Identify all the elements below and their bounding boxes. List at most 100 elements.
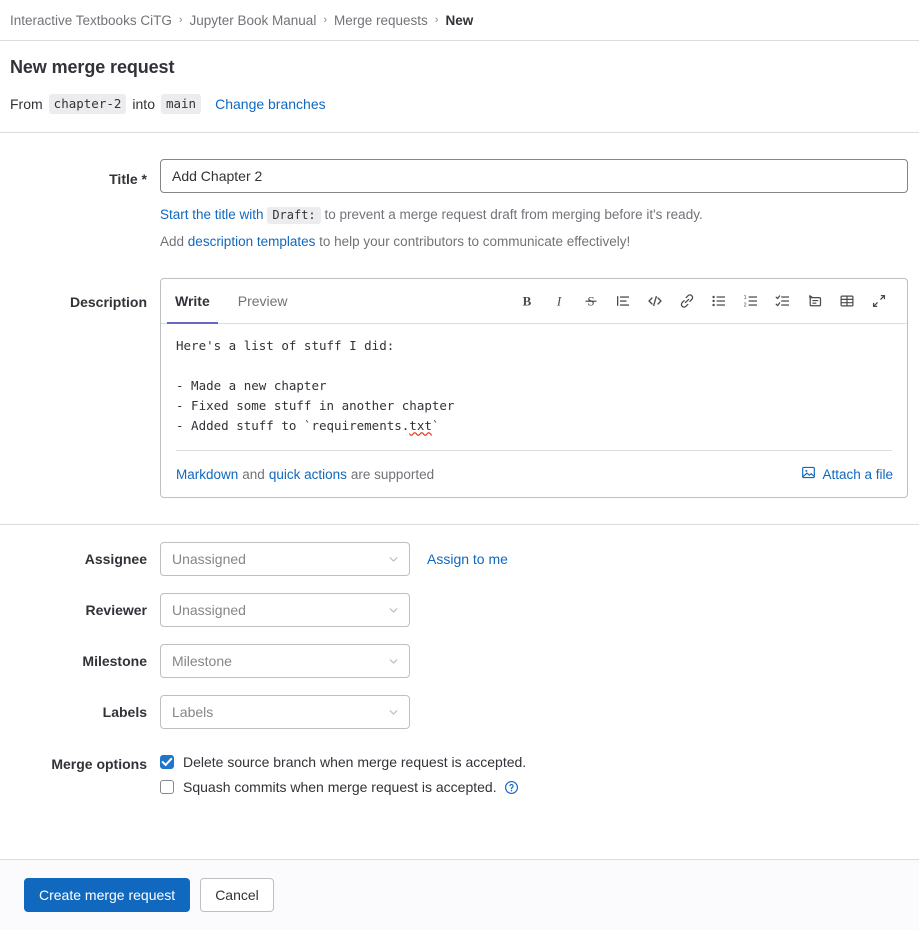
- bullet-list-icon[interactable]: [704, 287, 734, 315]
- create-merge-request-button[interactable]: Create merge request: [24, 878, 191, 912]
- breadcrumb-item-new: New: [445, 12, 474, 28]
- labels-select[interactable]: Labels: [160, 695, 410, 729]
- form-actions: Create merge request Cancel: [0, 859, 919, 930]
- chevron-down-icon: [387, 706, 400, 719]
- description-label: Description: [69, 294, 147, 310]
- italic-icon[interactable]: I: [544, 287, 574, 315]
- description-row: Description Write Preview B I S 1 2 Here…: [10, 252, 909, 524]
- labels-label: Labels: [102, 704, 147, 720]
- collapsible-section-icon[interactable]: [800, 287, 830, 315]
- description-line-blank: [176, 356, 892, 376]
- delete-source-branch-label[interactable]: Delete source branch when merge request …: [183, 754, 526, 770]
- breadcrumb-item-group[interactable]: Interactive Textbooks CiTG: [10, 13, 172, 28]
- description-line-5: - Added stuff to `requirements.txt`: [176, 416, 892, 436]
- breadcrumb-separator-icon: ›: [323, 13, 327, 26]
- merge-options-row: Merge options Delete source branch when …: [10, 729, 909, 795]
- chevron-down-icon: [387, 604, 400, 617]
- delete-source-branch-checkbox[interactable]: [160, 755, 174, 769]
- attach-file-label: Attach a file: [822, 466, 893, 482]
- reviewer-row: Reviewer Unassigned: [10, 576, 909, 627]
- blockquote-icon[interactable]: [608, 287, 638, 315]
- link-icon[interactable]: [672, 287, 702, 315]
- numbered-list-icon[interactable]: 1 2: [736, 287, 766, 315]
- merge-request-form: Title * Start the title with Draft: to p…: [0, 133, 919, 524]
- footer-and-text: and: [242, 466, 265, 482]
- description-line-4: - Fixed some stuff in another chapter: [176, 398, 455, 413]
- markdown-support-note: Markdown and quick actions are supported: [176, 467, 434, 482]
- change-branches-link[interactable]: Change branches: [215, 96, 326, 112]
- assign-to-me-link[interactable]: Assign to me: [427, 551, 508, 567]
- from-label: From: [10, 96, 43, 112]
- breadcrumb-item-project[interactable]: Jupyter Book Manual: [190, 13, 317, 28]
- delete-source-branch-option: Delete source branch when merge request …: [160, 754, 909, 770]
- milestone-value: Milestone: [172, 653, 232, 669]
- squash-commits-label[interactable]: Squash commits when merge request is acc…: [183, 779, 497, 795]
- labels-row: Labels Labels: [10, 678, 909, 729]
- milestone-row: Milestone Milestone: [10, 627, 909, 678]
- question-circle-icon[interactable]: [504, 780, 519, 795]
- reviewer-label: Reviewer: [85, 602, 147, 618]
- reviewer-select[interactable]: Unassigned: [160, 593, 410, 627]
- draft-help-text: to prevent a merge request draft from me…: [324, 207, 703, 222]
- reviewer-value: Unassigned: [172, 602, 246, 618]
- draft-title-link[interactable]: Start the title with: [160, 207, 264, 222]
- templates-help-prefix: Add: [160, 234, 185, 249]
- footer-supported-text: are supported: [350, 466, 435, 482]
- target-branch-badge: main: [160, 94, 202, 114]
- squash-commits-checkbox[interactable]: [160, 780, 174, 794]
- table-icon[interactable]: [832, 287, 862, 315]
- description-editor: Write Preview B I S 1 2 Here's a list of…: [160, 278, 908, 498]
- title-row: Title * Start the title with Draft: to p…: [10, 133, 909, 252]
- title-input[interactable]: [160, 159, 908, 193]
- fullscreen-icon[interactable]: [864, 287, 894, 315]
- branch-summary: From chapter-2 into main Change branches: [10, 94, 909, 132]
- title-label: Title *: [109, 171, 147, 187]
- breadcrumb: Interactive Textbooks CiTG › Jupyter Boo…: [0, 0, 919, 41]
- breadcrumb-item-merge-requests[interactable]: Merge requests: [334, 13, 428, 28]
- media-icon: [801, 465, 816, 483]
- svg-text:I: I: [556, 294, 562, 309]
- svg-text:B: B: [523, 294, 532, 309]
- description-templates-link[interactable]: description templates: [188, 234, 316, 249]
- description-line-1: Here's a list of stuff I did:: [176, 338, 395, 353]
- cancel-button[interactable]: Cancel: [200, 878, 274, 912]
- labels-value: Labels: [172, 704, 214, 720]
- chevron-down-icon: [387, 553, 400, 566]
- chevron-down-icon: [387, 655, 400, 668]
- assignee-row: Assignee Unassigned Assign to me: [10, 525, 909, 576]
- source-branch-badge: chapter-2: [48, 94, 127, 114]
- milestone-select[interactable]: Milestone: [160, 644, 410, 678]
- assignee-label: Assignee: [84, 551, 147, 567]
- breadcrumb-separator-icon: ›: [178, 13, 183, 26]
- formatting-tools: B I S 1 2: [512, 287, 894, 315]
- svg-text:2: 2: [744, 303, 747, 309]
- attach-file-button[interactable]: Attach a file: [801, 465, 893, 483]
- tab-write[interactable]: Write: [161, 279, 224, 324]
- description-line-5-prefix: - Added stuff to `requirements.: [176, 418, 410, 433]
- breadcrumb-separator-icon: ›: [434, 13, 439, 26]
- title-help-templates: Add description templates to help your c…: [160, 232, 909, 252]
- strikethrough-icon[interactable]: S: [576, 287, 606, 315]
- task-list-icon[interactable]: [768, 287, 798, 315]
- tab-preview[interactable]: Preview: [224, 279, 302, 323]
- header-block: New merge request From chapter-2 into ma…: [0, 41, 919, 132]
- description-line-5-suffix: `: [431, 418, 440, 433]
- quick-actions-link[interactable]: quick actions: [269, 467, 347, 482]
- editor-footer: Markdown and quick actions are supported: [161, 451, 907, 497]
- editor-tabs: Write Preview: [161, 279, 302, 324]
- squash-commits-option: Squash commits when merge request is acc…: [160, 779, 909, 795]
- description-line-3: - Made a new chapter: [176, 378, 327, 393]
- assignment-fields: Assignee Unassigned Assign to me Reviewe…: [0, 525, 919, 795]
- page-title: New merge request: [10, 57, 175, 77]
- bold-icon[interactable]: B: [512, 287, 542, 315]
- milestone-label: Milestone: [82, 653, 147, 669]
- merge-options-label: Merge options: [51, 756, 147, 772]
- into-label: into: [132, 96, 155, 112]
- description-misspelled-word: txt: [409, 418, 432, 433]
- description-textarea[interactable]: Here's a list of stuff I did: - Made a n…: [161, 324, 907, 440]
- svg-text:1: 1: [744, 295, 747, 301]
- markdown-link[interactable]: Markdown: [176, 467, 238, 482]
- draft-prefix-code: Draft:: [267, 207, 321, 224]
- code-icon[interactable]: [640, 287, 670, 315]
- assignee-select[interactable]: Unassigned: [160, 542, 410, 576]
